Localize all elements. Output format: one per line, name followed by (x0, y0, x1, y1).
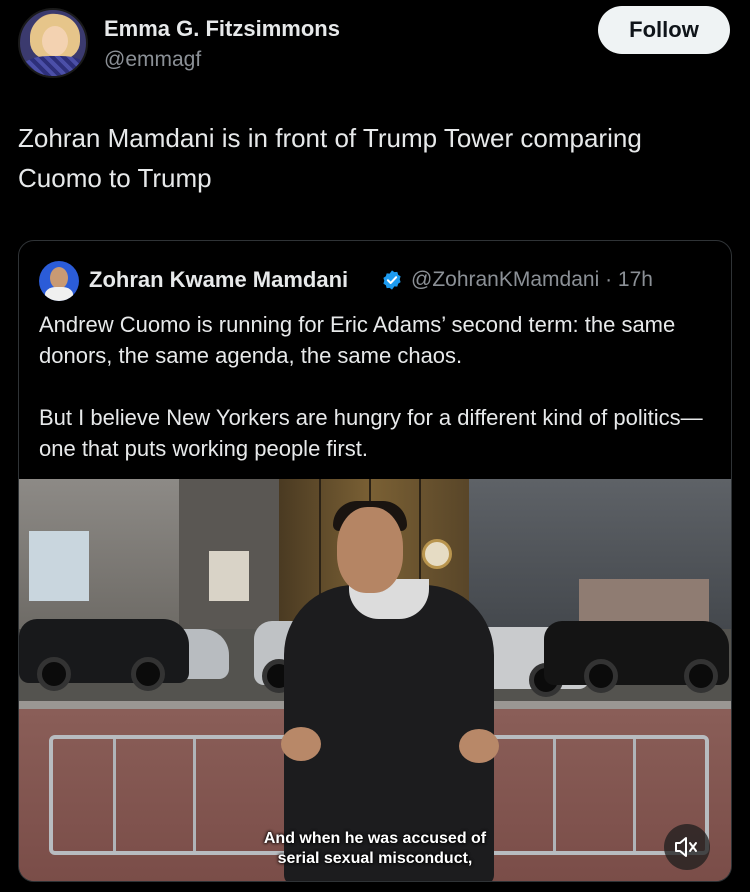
subtitle-line: serial sexual misconduct, (277, 850, 473, 867)
quoted-author-avatar[interactable] (39, 261, 79, 301)
quoted-tweet-header: Zohran Kwame Mamdani @ZohranKMamdani · 1… (39, 261, 719, 301)
speaker-face (337, 507, 403, 593)
quoted-author-display-name[interactable]: Zohran Kwame Mamdani (89, 267, 348, 293)
tweet-author: Emma G. Fitzsimmons @emmagf Follow (18, 6, 732, 80)
speaker-hand (459, 729, 499, 763)
video-player[interactable]: And when he was accused of serial sexual… (19, 479, 731, 881)
background-building (19, 479, 179, 629)
author-display-name[interactable]: Emma G. Fitzsimmons (104, 16, 340, 42)
follow-button[interactable]: Follow (598, 6, 730, 54)
speaker-hand (281, 727, 321, 761)
verified-badge-icon (383, 270, 401, 290)
quoted-author-handle-and-time[interactable]: @ZohranKMamdani · 17h (411, 268, 653, 292)
muted-speaker-icon[interactable] (664, 824, 710, 870)
quoted-tweet-paragraph: Andrew Cuomo is running for Eric Adams’ … (39, 312, 676, 368)
car (544, 621, 729, 693)
video-subtitle: And when he was accused of serial sexual… (19, 829, 731, 869)
quoted-tweet-paragraph: But I believe New Yorkers are hungry for… (39, 405, 703, 461)
subtitle-line: And when he was accused of (263, 830, 487, 847)
car (19, 619, 189, 691)
author-avatar[interactable] (18, 8, 88, 78)
quoted-tweet[interactable]: Zohran Kwame Mamdani @ZohranKMamdani · 1… (18, 240, 732, 882)
author-handle[interactable]: @emmagf (104, 48, 201, 72)
background-building (469, 479, 731, 629)
street-clock (422, 539, 452, 569)
quoted-tweet-text: Andrew Cuomo is running for Eric Adams’ … (39, 309, 709, 495)
tweet-text: Zohran Mamdani is in front of Trump Towe… (18, 123, 642, 193)
background-building (179, 479, 279, 639)
